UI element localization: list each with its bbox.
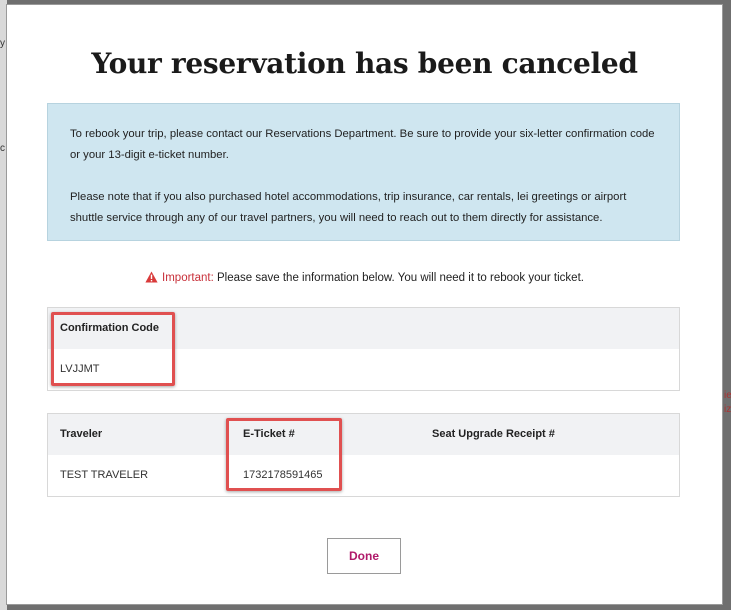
warning-triangle-icon (145, 271, 158, 286)
confirmation-code-highlight (51, 312, 175, 386)
info-paragraph: Please note that if you also purchased h… (70, 191, 627, 224)
seat-upgrade-receipt-header: Seat Upgrade Receipt # (432, 428, 555, 440)
traveler-name: TEST TRAVELER (60, 469, 149, 481)
modal-title: Your reservation has been canceled (91, 47, 638, 80)
background-text: iz (724, 404, 731, 415)
ticket-table: Traveler E-Ticket # Seat Upgrade Receipt… (47, 413, 680, 497)
important-notice: Important: Please save the information b… (7, 271, 722, 286)
traveler-header: Traveler (60, 428, 103, 440)
eticket-highlight (226, 418, 342, 491)
table-row: TEST TRAVELER 1732178591465 (48, 455, 679, 496)
cancellation-modal: Your reservation has been canceled To re… (6, 4, 723, 605)
important-text: Please save the information below. You w… (217, 272, 584, 284)
info-paragraph: To rebook your trip, please contact our … (70, 128, 655, 161)
background-text: ie (724, 390, 731, 401)
important-label: Important: (162, 272, 214, 284)
table-header-row: Traveler E-Ticket # Seat Upgrade Receipt… (48, 414, 679, 455)
done-button[interactable]: Done (327, 538, 401, 574)
rebook-info-box: To rebook your trip, please contact our … (47, 103, 680, 241)
background-text: y (0, 38, 5, 49)
background-text: c (0, 143, 5, 154)
